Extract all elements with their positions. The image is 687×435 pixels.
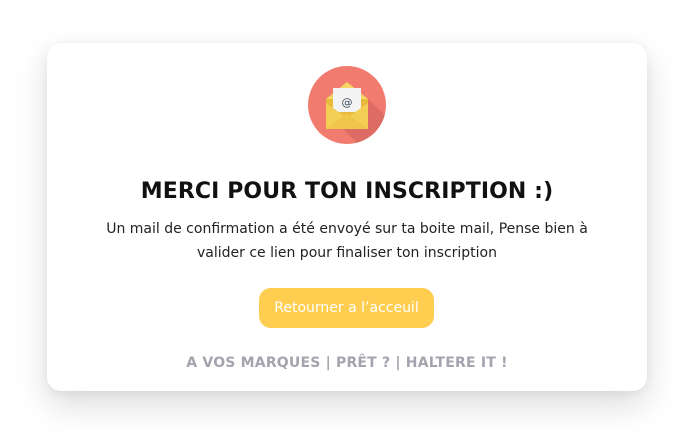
confirmation-message: Un mail de confirmation a été envoyé sur… [106,221,588,261]
page: @ MERCI POUR TON INSCRIPTION :) Un mail … [0,0,687,435]
brand-tagline: A VOS MARQUES | PRÊT ? | HALTERE IT ! [186,355,508,371]
page-title: MERCI POUR TON INSCRIPTION :) [140,179,554,204]
confirmation-card: @ MERCI POUR TON INSCRIPTION :) Un mail … [47,43,647,391]
envelope-at-icon: @ [308,66,386,144]
svg-text:@: @ [342,96,353,109]
back-to-home-button[interactable]: Retourner a l’acceuil [259,288,434,328]
